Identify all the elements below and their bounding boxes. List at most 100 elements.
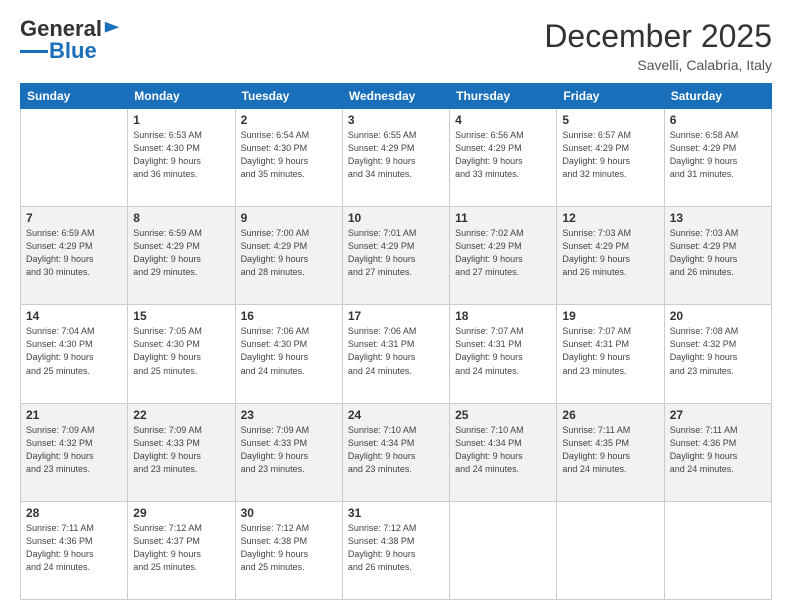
calendar-cell-w3-d5: 18Sunrise: 7:07 AM Sunset: 4:31 PM Dayli… [450,305,557,403]
day-number: 29 [133,506,229,520]
calendar-cell-w2-d5: 11 Sunrise: 7:02 AM Sunset: 4:29 PM Dayli… [450,207,557,305]
day-number: 14 [26,309,122,323]
day-info: Sunrise: 7:05 AM Sunset: 4:30 PM Dayligh… [133,325,229,377]
day-number: 4 [455,113,551,127]
day-info: Sunrise: 7:11 AM Sunset: 4:36 PM Dayligh… [670,424,766,476]
calendar-cell-w4-d6: 26Sunrise: 7:11 AM Sunset: 4:35 PM Dayli… [557,403,664,501]
day-info: Sunrise: 6:59 AM Sunset: 4:29 PM Dayligh… [26,227,122,279]
day-info: Sunrise: 7:02 AM Sunset: 4:29 PM Dayligh… [455,227,551,279]
day-info: Sunrise: 7:01 AM Sunset: 4:29 PM Dayligh… [348,227,444,279]
calendar-cell-w4-d3: 23 Sunrise: 7:09 AM Sunset: 4:33 PM Dayli… [235,403,342,501]
day-info: Sunrise: 6:55 AM Sunset: 4:29 PM Dayligh… [348,129,444,181]
day-number: 30 [241,506,337,520]
day-info: Sunrise: 7:00 AM Sunset: 4:29 PM Dayligh… [241,227,337,279]
calendar-cell-w3-d6: 19Sunrise: 7:07 AM Sunset: 4:31 PM Dayli… [557,305,664,403]
day-number: 15 [133,309,229,323]
header-tuesday: Tuesday [235,84,342,109]
day-number: 13 [670,211,766,225]
logo-general: General [20,18,102,40]
logo-blue: Blue [49,38,97,64]
day-info: Sunrise: 7:09 AM Sunset: 4:33 PM Dayligh… [133,424,229,476]
calendar-week-2: 7 Sunrise: 6:59 AM Sunset: 4:29 PM Daylig… [21,207,772,305]
calendar-cell-w1-d5: 4 Sunrise: 6:56 AM Sunset: 4:29 PM Daylig… [450,109,557,207]
day-number: 10 [348,211,444,225]
calendar-cell-w5-d1: 28 Sunrise: 7:11 AM Sunset: 4:36 PM Dayli… [21,501,128,599]
calendar-cell-w5-d4: 31 Sunrise: 7:12 AM Sunset: 4:38 PM Dayli… [342,501,449,599]
calendar-cell-w1-d7: 6Sunrise: 6:58 AM Sunset: 4:29 PM Daylig… [664,109,771,207]
day-number: 1 [133,113,229,127]
calendar-header-row: Sunday Monday Tuesday Wednesday Thursday… [21,84,772,109]
day-number: 28 [26,506,122,520]
day-info: Sunrise: 6:56 AM Sunset: 4:29 PM Dayligh… [455,129,551,181]
day-info: Sunrise: 7:09 AM Sunset: 4:33 PM Dayligh… [241,424,337,476]
logo-text: General [20,18,121,40]
day-number: 9 [241,211,337,225]
calendar-cell-w1-d2: 1 Sunrise: 6:53 AM Sunset: 4:30 PM Daylig… [128,109,235,207]
page: General Blue December 2025 Savelli, Cala… [0,0,792,612]
calendar-week-3: 14 Sunrise: 7:04 AM Sunset: 4:30 PM Dayli… [21,305,772,403]
calendar-cell-w1-d4: 3 Sunrise: 6:55 AM Sunset: 4:29 PM Daylig… [342,109,449,207]
calendar-cell-w5-d3: 30 Sunrise: 7:12 AM Sunset: 4:38 PM Dayli… [235,501,342,599]
calendar-cell-w4-d2: 22Sunrise: 7:09 AM Sunset: 4:33 PM Dayli… [128,403,235,501]
header-thursday: Thursday [450,84,557,109]
header-sunday: Sunday [21,84,128,109]
day-info: Sunrise: 7:10 AM Sunset: 4:34 PM Dayligh… [348,424,444,476]
day-info: Sunrise: 6:54 AM Sunset: 4:30 PM Dayligh… [241,129,337,181]
day-number: 5 [562,113,658,127]
calendar-cell-w3-d4: 17 Sunrise: 7:06 AM Sunset: 4:31 PM Dayli… [342,305,449,403]
day-info: Sunrise: 7:09 AM Sunset: 4:32 PM Dayligh… [26,424,122,476]
calendar-cell-w5-d2: 29 Sunrise: 7:12 AM Sunset: 4:37 PM Dayli… [128,501,235,599]
day-info: Sunrise: 7:11 AM Sunset: 4:35 PM Dayligh… [562,424,658,476]
day-number: 3 [348,113,444,127]
calendar-cell-w4-d7: 27Sunrise: 7:11 AM Sunset: 4:36 PM Dayli… [664,403,771,501]
day-number: 2 [241,113,337,127]
day-info: Sunrise: 6:53 AM Sunset: 4:30 PM Dayligh… [133,129,229,181]
day-number: 24 [348,408,444,422]
day-info: Sunrise: 7:04 AM Sunset: 4:30 PM Dayligh… [26,325,122,377]
day-number: 17 [348,309,444,323]
day-number: 16 [241,309,337,323]
header-monday: Monday [128,84,235,109]
calendar-cell-w1-d1 [21,109,128,207]
day-info: Sunrise: 7:07 AM Sunset: 4:31 PM Dayligh… [455,325,551,377]
day-info: Sunrise: 7:12 AM Sunset: 4:38 PM Dayligh… [241,522,337,574]
day-number: 25 [455,408,551,422]
calendar-cell-w5-d6 [557,501,664,599]
calendar-cell-w3-d7: 20Sunrise: 7:08 AM Sunset: 4:32 PM Dayli… [664,305,771,403]
day-number: 6 [670,113,766,127]
calendar-cell-w3-d1: 14 Sunrise: 7:04 AM Sunset: 4:30 PM Dayli… [21,305,128,403]
calendar-week-5: 28 Sunrise: 7:11 AM Sunset: 4:36 PM Dayli… [21,501,772,599]
calendar-cell-w5-d5 [450,501,557,599]
header-wednesday: Wednesday [342,84,449,109]
day-number: 11 [455,211,551,225]
header-friday: Friday [557,84,664,109]
calendar-cell-w2-d6: 12Sunrise: 7:03 AM Sunset: 4:29 PM Dayli… [557,207,664,305]
calendar-cell-w2-d1: 7 Sunrise: 6:59 AM Sunset: 4:29 PM Daylig… [21,207,128,305]
day-info: Sunrise: 7:06 AM Sunset: 4:31 PM Dayligh… [348,325,444,377]
calendar-cell-w2-d4: 10 Sunrise: 7:01 AM Sunset: 4:29 PM Dayli… [342,207,449,305]
day-number: 23 [241,408,337,422]
day-number: 31 [348,506,444,520]
logo: General Blue [20,18,121,64]
day-number: 12 [562,211,658,225]
day-number: 7 [26,211,122,225]
calendar-cell-w4-d4: 24 Sunrise: 7:10 AM Sunset: 4:34 PM Dayli… [342,403,449,501]
day-info: Sunrise: 7:12 AM Sunset: 4:38 PM Dayligh… [348,522,444,574]
calendar-cell-w5-d7 [664,501,771,599]
day-info: Sunrise: 7:11 AM Sunset: 4:36 PM Dayligh… [26,522,122,574]
day-number: 19 [562,309,658,323]
title-block: December 2025 Savelli, Calabria, Italy [544,18,772,73]
month-title: December 2025 [544,18,772,55]
calendar-week-1: 1 Sunrise: 6:53 AM Sunset: 4:30 PM Daylig… [21,109,772,207]
day-info: Sunrise: 7:12 AM Sunset: 4:37 PM Dayligh… [133,522,229,574]
day-info: Sunrise: 7:08 AM Sunset: 4:32 PM Dayligh… [670,325,766,377]
day-info: Sunrise: 7:10 AM Sunset: 4:34 PM Dayligh… [455,424,551,476]
calendar-cell-w3-d3: 16 Sunrise: 7:06 AM Sunset: 4:30 PM Dayli… [235,305,342,403]
day-info: Sunrise: 7:03 AM Sunset: 4:29 PM Dayligh… [670,227,766,279]
header-saturday: Saturday [664,84,771,109]
calendar-cell-w2-d7: 13 Sunrise: 7:03 AM Sunset: 4:29 PM Dayli… [664,207,771,305]
day-info: Sunrise: 6:57 AM Sunset: 4:29 PM Dayligh… [562,129,658,181]
calendar-cell-w3-d2: 15 Sunrise: 7:05 AM Sunset: 4:30 PM Dayli… [128,305,235,403]
calendar-cell-w4-d5: 25 Sunrise: 7:10 AM Sunset: 4:34 PM Dayli… [450,403,557,501]
day-info: Sunrise: 7:06 AM Sunset: 4:30 PM Dayligh… [241,325,337,377]
